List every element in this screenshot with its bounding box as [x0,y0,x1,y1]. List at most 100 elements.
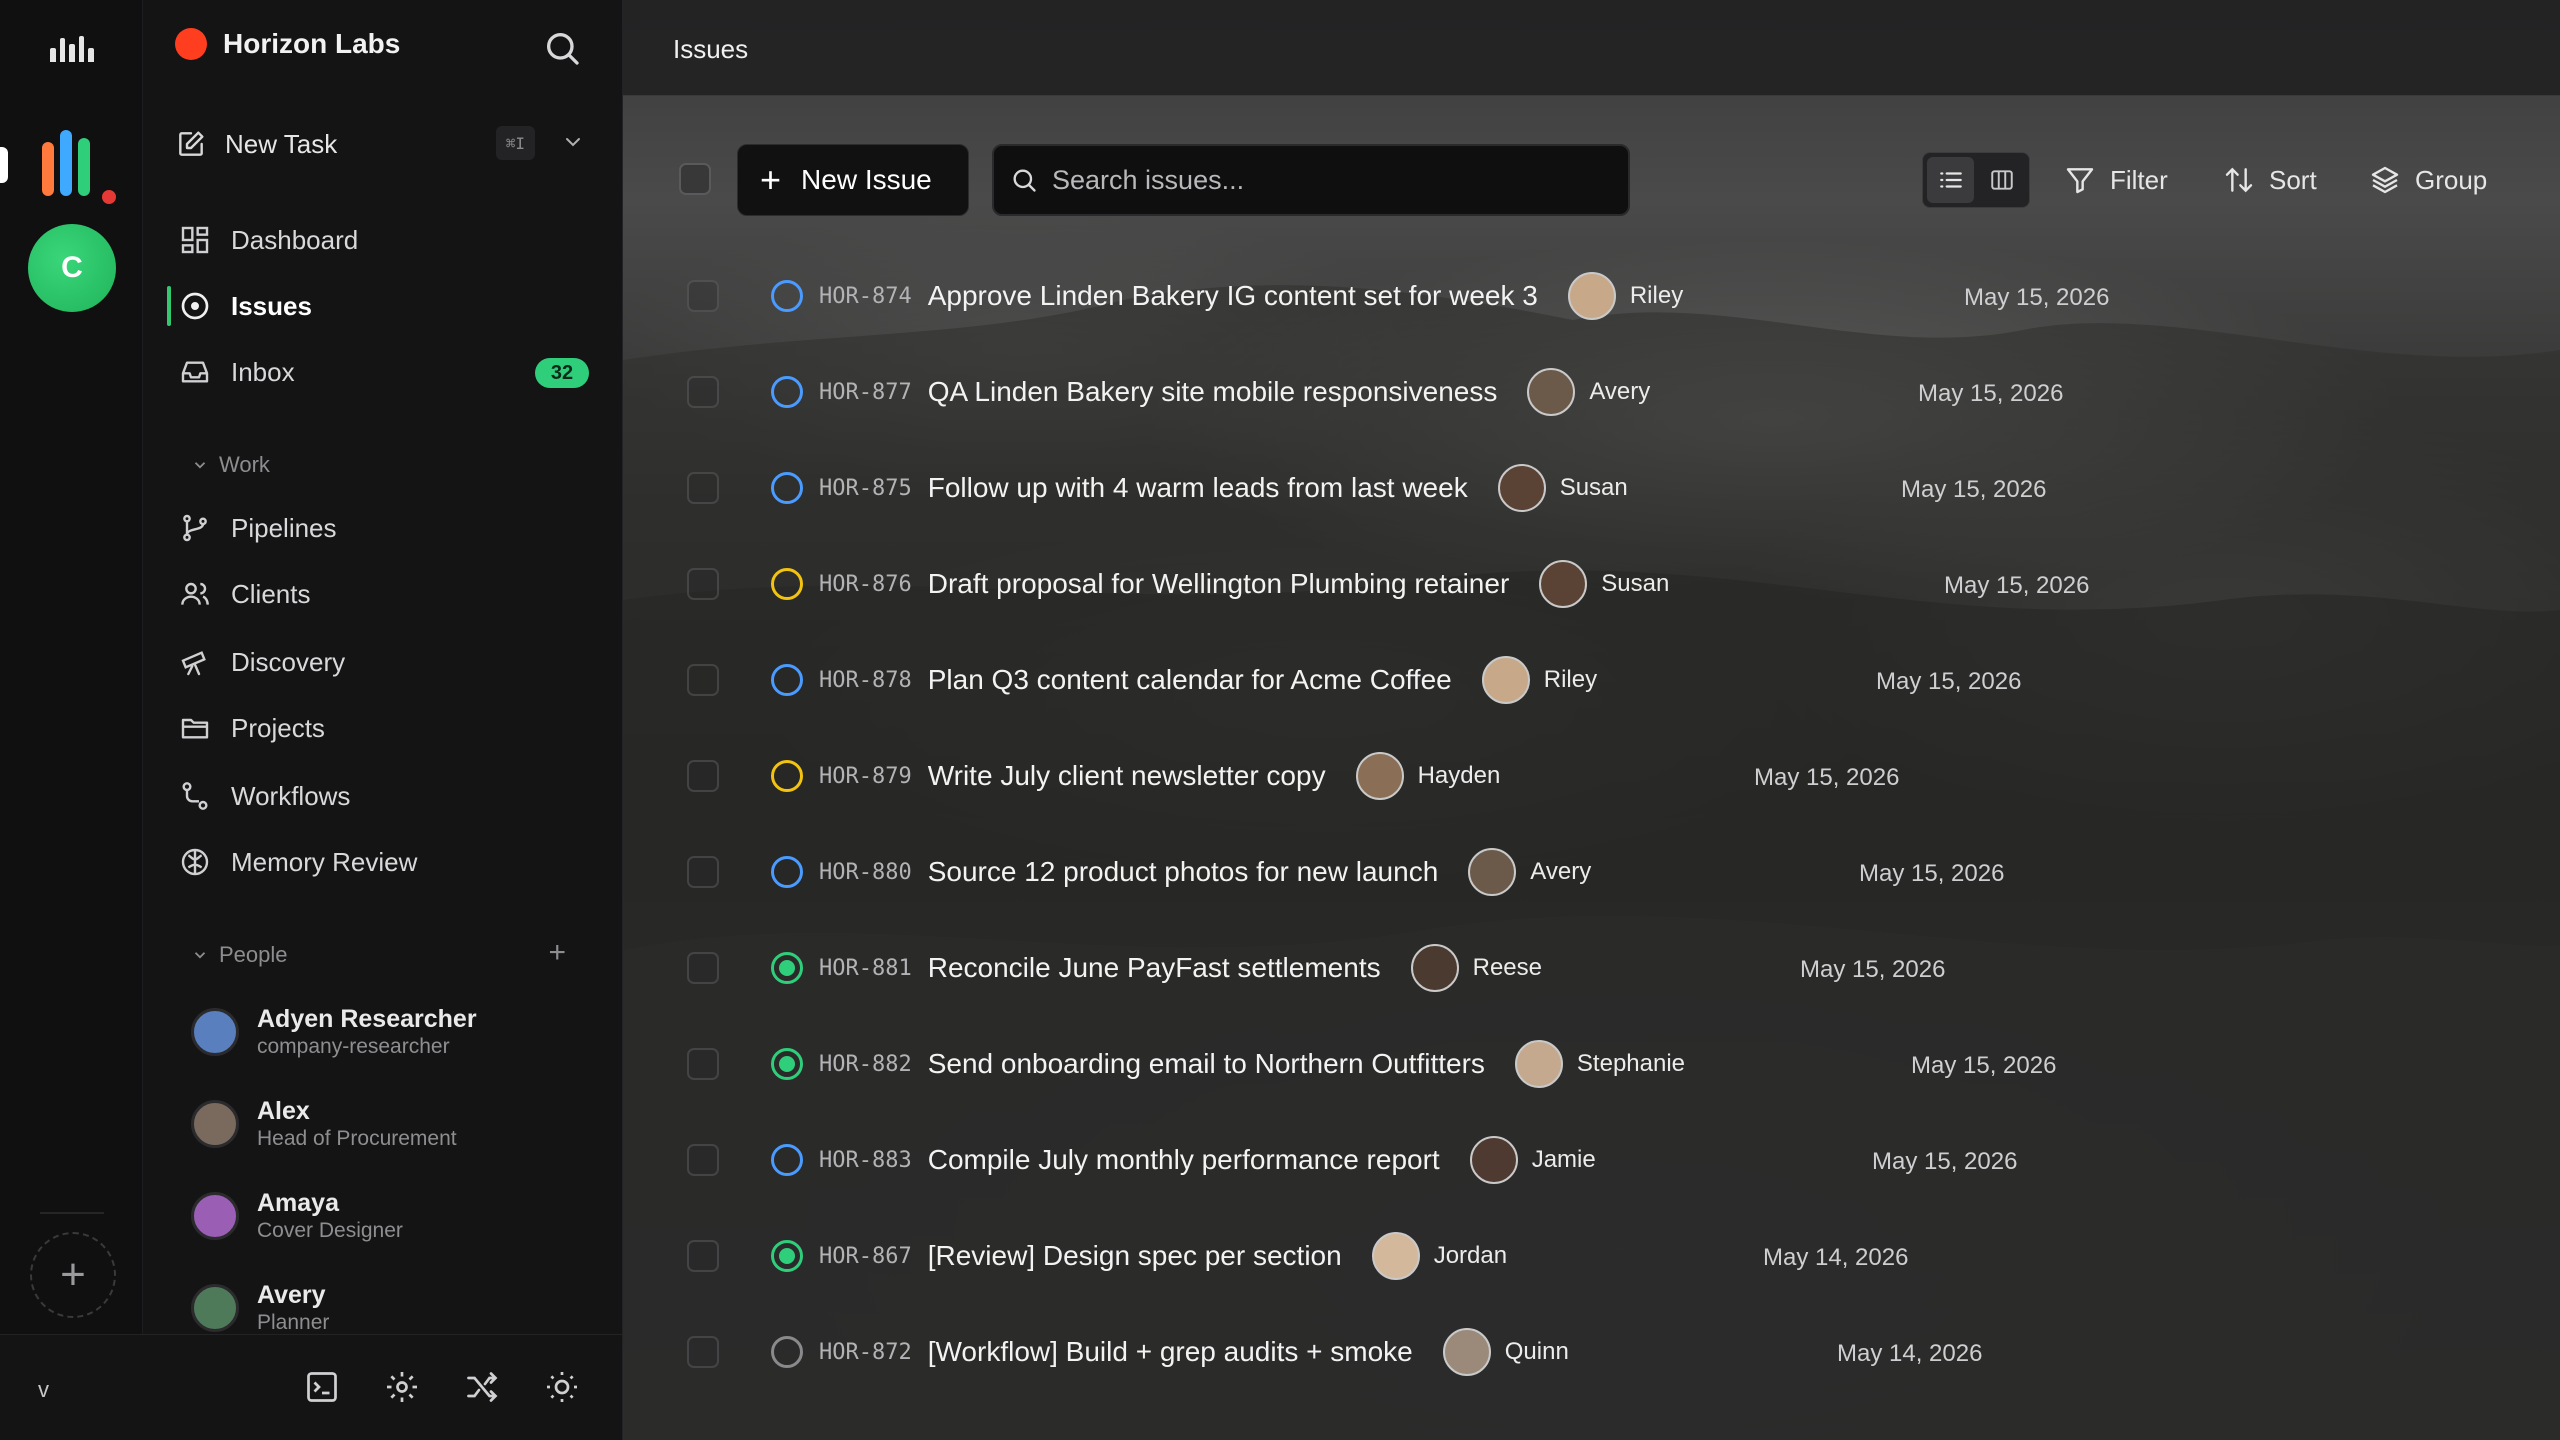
issue-title[interactable]: Reconcile June PayFast settlements [928,952,1381,984]
clients-icon [181,582,209,605]
status-icon[interactable] [771,1048,803,1080]
search-box[interactable] [992,144,1630,216]
issue-row[interactable]: HOR-867 [Review] Design spec per section J… [623,1208,2560,1304]
issue-row[interactable]: HOR-881 Reconcile June PayFast settlement… [623,920,2560,1016]
row-checkbox[interactable] [687,376,719,408]
row-checkbox[interactable] [687,568,719,600]
issue-row[interactable]: HOR-878 Plan Q3 content calendar for Acme… [623,632,2560,728]
row-checkbox[interactable] [687,760,719,792]
search-icon[interactable] [542,28,582,68]
status-icon[interactable] [771,856,803,888]
app-switcher-icon[interactable] [42,130,120,208]
status-icon[interactable] [771,1144,803,1176]
list-view-button[interactable] [1927,157,1974,203]
gear-icon[interactable] [384,1369,420,1405]
section-people-header[interactable]: People [191,942,288,968]
issue-title[interactable]: Approve Linden Bakery IG content set for… [928,280,1538,312]
add-person-button[interactable]: + [548,936,566,970]
add-workspace-button[interactable]: + [30,1232,116,1318]
assignee[interactable]: Jordan [1371,1232,1507,1280]
filter-button[interactable]: Filter [2064,158,2168,202]
status-icon[interactable] [771,472,803,504]
row-checkbox[interactable] [687,472,719,504]
assignee[interactable]: Riley [1481,656,1597,704]
issue-title[interactable]: Draft proposal for Wellington Plumbing r… [928,568,1510,600]
sort-button[interactable]: Sort [2223,158,2317,202]
person-item[interactable]: Avery Planner [191,1276,591,1340]
issue-title[interactable]: Follow up with 4 warm leads from last we… [928,472,1468,504]
row-checkbox[interactable] [687,664,719,696]
assignee[interactable]: Jamie [1469,1136,1596,1184]
issue-date: May 14, 2026 [1837,1340,1983,1367]
chevron-down-icon[interactable] [561,130,585,154]
sidebar-item-inbox[interactable]: Inbox 32 [179,350,589,394]
status-icon[interactable] [771,952,803,984]
issue-title[interactable]: Write July client newsletter copy [928,760,1326,792]
sidebar-item-issues[interactable]: Issues [179,284,589,328]
person-item[interactable]: Adyen Researcher company-researcher [191,1000,591,1064]
assignee[interactable]: Hayden [1355,752,1500,800]
terminal-icon[interactable] [304,1369,340,1405]
status-icon[interactable] [771,664,803,696]
issue-row[interactable]: HOR-877 QA Linden Bakery site mobile resp… [623,344,2560,440]
status-icon[interactable] [771,376,803,408]
new-issue-button[interactable]: + New Issue [737,144,969,216]
sidebar-item-dashboard[interactable]: Dashboard [179,218,589,262]
row-checkbox[interactable] [687,1336,719,1368]
sidebar-item-projects[interactable]: Projects [179,706,589,750]
board-view-button[interactable] [1978,157,2025,203]
select-all-checkbox[interactable] [679,163,711,195]
status-icon[interactable] [771,568,803,600]
issue-title[interactable]: [Review] Design spec per section [928,1240,1342,1272]
assignee[interactable]: Avery [1527,368,1650,416]
org-switcher[interactable]: Horizon Labs [175,28,400,60]
issue-title[interactable]: Source 12 product photos for new launch [928,856,1439,888]
assignee[interactable]: Riley [1567,272,1683,320]
person-item[interactable]: Alex Head of Procurement [191,1092,591,1156]
assignee[interactable]: Avery [1468,848,1591,896]
status-icon[interactable] [771,1240,803,1272]
issue-title[interactable]: Plan Q3 content calendar for Acme Coffee [928,664,1452,696]
sidebar-item-workflows[interactable]: Workflows [179,774,589,818]
assignee[interactable]: Susan [1539,560,1669,608]
status-icon[interactable] [771,760,803,792]
assignee[interactable]: Reese [1410,944,1542,992]
status-icon[interactable] [771,1336,803,1368]
row-checkbox[interactable] [687,1240,719,1272]
sidebar-item-pipelines[interactable]: Pipelines [179,506,589,550]
shuffle-icon[interactable] [464,1369,500,1405]
row-checkbox[interactable] [687,856,719,888]
avatar [1371,1232,1420,1280]
row-checkbox[interactable] [687,1048,719,1080]
person-item[interactable]: Amaya Cover Designer [191,1184,591,1248]
sidebar-item-discovery[interactable]: Discovery [179,640,589,684]
issue-title[interactable]: Send onboarding email to Northern Outfit… [928,1048,1485,1080]
group-button[interactable]: Group [2369,158,2487,202]
issue-row[interactable]: HOR-876 Draft proposal for Wellington Plu… [623,536,2560,632]
assignee[interactable]: Quinn [1442,1328,1569,1376]
sidebar-item-clients[interactable]: Clients [179,572,589,616]
issue-title[interactable]: [Workflow] Build + grep audits + smoke [928,1336,1413,1368]
assignee[interactable]: Susan [1497,464,1628,512]
issue-row[interactable]: HOR-882 Send onboarding email to Northern… [623,1016,2560,1112]
section-work-header[interactable]: Work [191,452,270,478]
sidebar-item-memory-review[interactable]: Memory Review [179,840,589,884]
row-checkbox[interactable] [687,280,719,312]
issue-row[interactable]: HOR-875 Follow up with 4 warm leads from … [623,440,2560,536]
sun-icon[interactable] [544,1369,580,1405]
brand-logo-icon[interactable] [50,28,94,62]
row-checkbox[interactable] [687,952,719,984]
search-input[interactable] [1052,164,1592,196]
issue-row[interactable]: HOR-880 Source 12 product photos for new … [623,824,2560,920]
issue-row[interactable]: HOR-872 [Workflow] Build + grep audits + … [623,1304,2560,1400]
workspace-avatar[interactable]: C [28,224,116,312]
issue-row[interactable]: HOR-879 Write July client newsletter copy… [623,728,2560,824]
new-task-button[interactable]: New Task ⌘I [175,122,595,166]
issue-row[interactable]: HOR-883 Compile July monthly performance … [623,1112,2560,1208]
assignee[interactable]: Stephanie [1514,1040,1685,1088]
issue-title[interactable]: QA Linden Bakery site mobile responsiven… [928,376,1498,408]
issue-row[interactable]: HOR-874 Approve Linden Bakery IG content … [623,248,2560,344]
status-icon[interactable] [771,280,803,312]
issue-title[interactable]: Compile July monthly performance report [928,1144,1440,1176]
row-checkbox[interactable] [687,1144,719,1176]
